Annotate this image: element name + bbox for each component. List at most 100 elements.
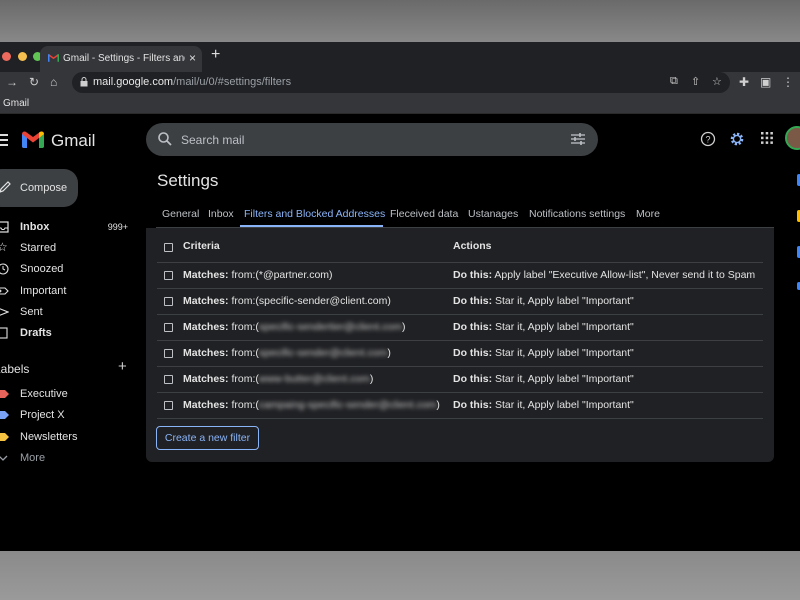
table-row[interactable]: Matches: from:(www-butter@client.com) Do… <box>157 366 763 392</box>
filter-action: Do this: Star it, Apply label "Important… <box>453 373 634 385</box>
filter-criteria: Matches: from:(specific-sender@client.co… <box>183 295 391 307</box>
new-tab-button[interactable]: + <box>211 46 220 64</box>
row-checkbox[interactable] <box>164 297 173 306</box>
browser-menu-icon[interactable]: ⋮ <box>782 75 794 89</box>
table-row[interactable]: Matches: from:(specific-sender@client.co… <box>157 288 763 314</box>
chevron-down-icon <box>0 455 8 461</box>
open-in-app-icon[interactable]: ⧉ <box>670 75 678 88</box>
home-icon[interactable]: ⌂ <box>50 75 57 89</box>
settings-tabs: General Inbox Filters and Blocked Addres… <box>156 202 774 228</box>
sidebar-item-drafts[interactable]: Drafts <box>0 324 140 344</box>
table-row[interactable]: Matches: from:(*@partner.com) Do this: A… <box>157 262 763 288</box>
sidebar-item-label: Important <box>20 285 67 297</box>
browser-toolbar: → ↻ ⌂ mail.google.com/mail/u/0/#settings… <box>0 72 800 94</box>
account-avatar[interactable] <box>785 126 800 150</box>
tab-close-icon[interactable]: × <box>189 51 196 65</box>
tab-notifications[interactable]: Notifications settings <box>529 208 625 220</box>
sidebar-item-label: Snoozed <box>20 263 64 275</box>
share-icon[interactable]: ⇧ <box>691 75 700 88</box>
label-tag-icon <box>0 390 9 398</box>
label-tag-icon <box>0 411 9 419</box>
filter-criteria: Matches: from:(*@partner.com) <box>183 269 333 281</box>
sidebar-item-label: Sent <box>20 306 43 318</box>
filter-action: Do this: Apply label "Executive Allow-li… <box>453 269 756 281</box>
bookmark-star-icon[interactable]: ☆ <box>712 75 722 88</box>
window-minimize-button[interactable] <box>18 52 27 61</box>
window-close-button[interactable] <box>2 52 11 61</box>
filter-criteria: Matches: from:(www-butter@client.com) <box>183 373 374 385</box>
bookmarks-bar: Gmail <box>0 94 800 114</box>
sidebar-label-newsletters[interactable]: Newsletters <box>0 428 140 448</box>
filters-panel: Criteria Actions Matches: from:(*@partne… <box>146 228 774 462</box>
table-row[interactable]: Matches: from:(campaing-specific-sender@… <box>157 392 763 419</box>
draft-icon <box>0 327 8 339</box>
row-checkbox[interactable] <box>164 375 173 384</box>
sidebar-more[interactable]: More <box>0 449 140 469</box>
browser-tab-title: Gmail - Settings - Filters and Bl <box>63 53 185 64</box>
sidebar-label-name: Newsletters <box>20 431 78 443</box>
address-bar[interactable]: mail.google.com/mail/u/0/#settings/filte… <box>72 72 730 93</box>
sidebar-item-snoozed[interactable]: Snoozed <box>0 260 140 280</box>
label-tag-icon <box>0 433 9 441</box>
reload-icon[interactable]: ↻ <box>29 75 39 89</box>
sidebar-item-sent[interactable]: Sent <box>0 303 140 323</box>
browser-tab-bar: Gmail - Settings - Filters and Bl × <box>0 42 800 72</box>
filter-action: Do this: Star it, Apply label "Important… <box>453 321 634 333</box>
window-backdrop-bottom <box>0 551 800 600</box>
lock-icon <box>80 77 88 87</box>
compose-button[interactable]: Compose <box>0 169 78 207</box>
row-checkbox[interactable] <box>164 323 173 332</box>
gmail-favicon-icon <box>48 54 59 62</box>
send-icon <box>0 308 9 316</box>
sidebar-label-name: Project X <box>20 409 65 421</box>
compose-label: Compose <box>20 182 68 194</box>
row-checkbox[interactable] <box>164 271 173 280</box>
extensions-icon[interactable]: ✚ <box>739 75 749 89</box>
search-icon[interactable] <box>157 131 173 147</box>
sidebar-label-executive[interactable]: Executive <box>0 385 140 405</box>
tab-general[interactable]: General <box>162 208 199 220</box>
search-input[interactable] <box>181 130 541 150</box>
forward-arrow-icon[interactable]: → <box>6 75 18 89</box>
create-filter-button[interactable]: Create a new filter <box>156 426 259 450</box>
inbox-icon <box>0 221 9 233</box>
page-title: Settings <box>157 171 219 190</box>
help-icon[interactable]: ? <box>700 131 716 147</box>
apps-grid-icon[interactable] <box>760 131 774 145</box>
window-backdrop-top <box>0 0 800 42</box>
clock-icon <box>0 263 9 275</box>
tab-usages[interactable]: Ustanages <box>468 208 518 220</box>
gmail-logo-icon <box>22 131 44 148</box>
filter-action: Do this: Star it, Apply label "Important… <box>453 347 634 359</box>
labels-heading: Labels <box>0 362 30 376</box>
svg-text:?: ? <box>705 135 710 145</box>
inbox-count: 999+ <box>107 222 128 232</box>
browser-tab-gmail[interactable]: Gmail - Settings - Filters and Bl × <box>40 46 202 72</box>
sidebar-item-important[interactable]: Important <box>0 282 140 302</box>
side-panel-icon[interactable]: ▣ <box>760 75 771 89</box>
main-menu-icon[interactable] <box>0 134 8 149</box>
bookmark-gmail[interactable]: Gmail <box>3 98 29 109</box>
active-tab-indicator <box>240 225 383 227</box>
filter-action: Do this: Star it, Apply label "Important… <box>453 295 634 307</box>
settings-gear-icon[interactable] <box>729 131 745 147</box>
row-checkbox[interactable] <box>164 349 173 358</box>
sidebar-label-project-x[interactable]: Project X <box>0 406 140 426</box>
sidebar-item-starred[interactable]: ☆ Starred <box>0 239 140 259</box>
tab-filters-blocked[interactable]: Filters and Blocked Addresses <box>244 208 385 220</box>
search-options-icon[interactable] <box>571 132 585 146</box>
filter-criteria: Matches: from:(campaing-specific-sender@… <box>183 399 440 411</box>
tab-received-data[interactable]: Fleceived data <box>390 208 458 220</box>
row-checkbox[interactable] <box>164 401 173 410</box>
table-row[interactable]: Matches: from:(specific-sender@client.co… <box>157 340 763 366</box>
sidebar-item-inbox[interactable]: Inbox 999+ <box>0 218 140 238</box>
add-label-button[interactable]: + <box>118 358 127 375</box>
url-text: mail.google.com/mail/u/0/#settings/filte… <box>93 76 292 88</box>
tab-more[interactable]: More <box>636 208 660 220</box>
select-all-checkbox[interactable] <box>164 243 173 252</box>
actions-header: Actions <box>453 240 492 252</box>
sidebar-item-label: Starred <box>20 242 57 254</box>
table-row[interactable]: Matches: from:(specific-sendertier@clien… <box>157 314 763 340</box>
tab-inbox[interactable]: Inbox <box>208 208 234 220</box>
search-bar <box>146 123 598 156</box>
